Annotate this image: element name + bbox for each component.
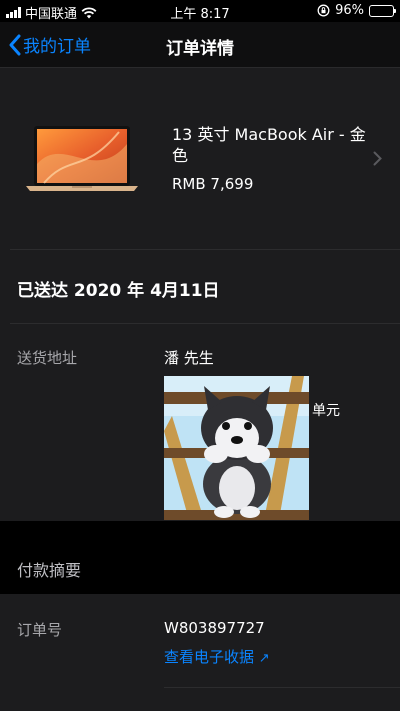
payment-summary-title: 付款摘要 [17,561,82,580]
receipt-link-label: 查看电子收据 [164,648,255,666]
order-number-label: 订单号 [17,621,63,639]
battery-icon [369,4,396,17]
macbook-image [26,126,138,191]
chevron-right-icon [373,151,382,166]
divider [10,249,400,250]
address-name: 潘 先生 [164,349,214,367]
external-arrow-icon: ↗ [258,651,270,666]
page-title: 订单详情 [166,39,234,59]
address-label: 送货地址 [17,349,78,367]
address-unit-fragment: 单元 [312,403,340,419]
status-bar: 中国联通 上午 8:17 96% [0,0,400,22]
delivery-status: 已送达 2020 年 4月11日 [17,281,220,301]
product-row[interactable]: 13 英寸 MacBook Air - 金色 RMB 7,699 [0,68,400,250]
orientation-lock-icon [317,4,330,17]
order-number: W803897727 [164,619,265,637]
divider [164,687,400,688]
puppy-image [164,376,309,520]
nav-bar: 我的订单 订单详情 [0,22,400,68]
battery-percent: 96% [335,3,364,18]
product-price: RMB 7,699 [172,175,254,193]
divider [10,323,400,324]
view-receipt-link[interactable]: 查看电子收据 ↗ [164,646,270,667]
status-right: 96% [317,3,396,18]
product-name: 13 英寸 MacBook Air - 金色 [172,125,366,165]
